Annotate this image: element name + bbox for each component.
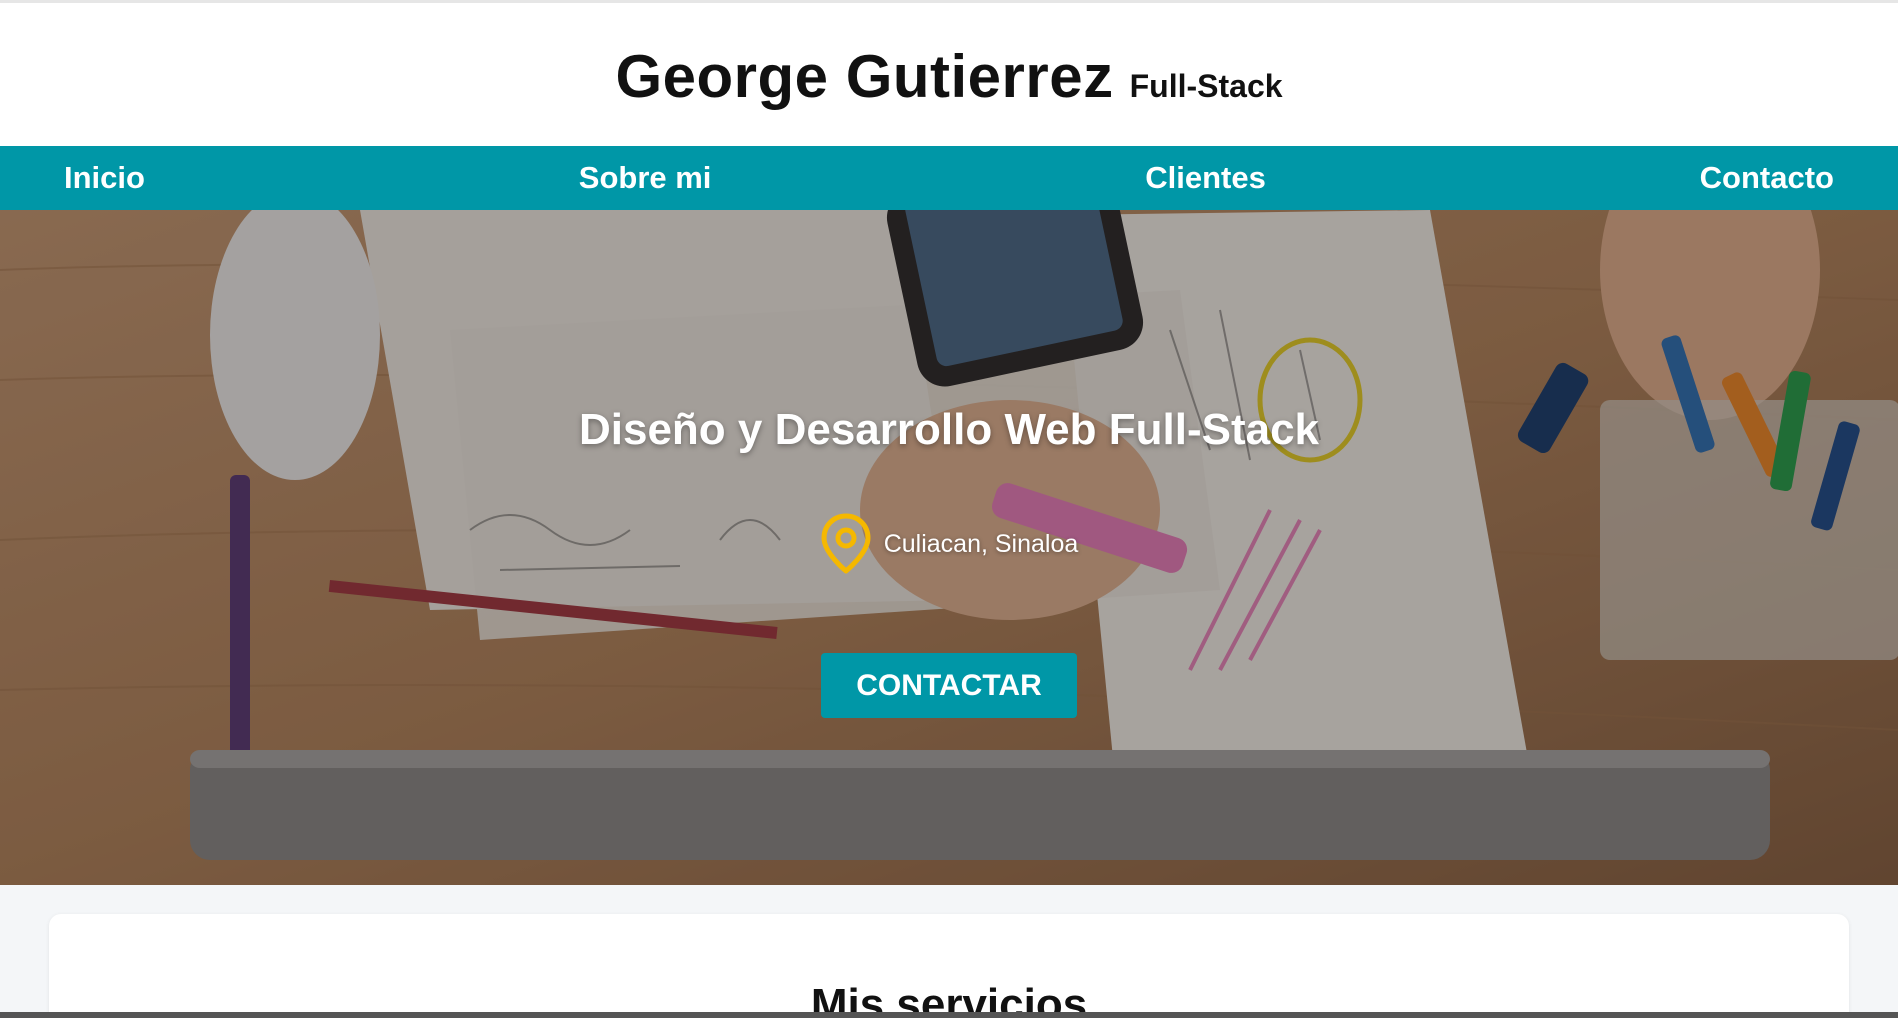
hero-section: Diseño y Desarrollo Web Full-Stack Culia… <box>0 210 1898 885</box>
brand-role: Full-Stack <box>1129 68 1283 104</box>
main-nav: Inicio Sobre mi Clientes Contacto <box>0 146 1898 210</box>
nav-link-clientes[interactable]: Clientes <box>1145 160 1266 196</box>
contactar-button[interactable]: CONTACTAR <box>821 653 1077 718</box>
nav-link-contacto[interactable]: Contacto <box>1700 160 1834 196</box>
brand[interactable]: George Gutierrez Full-Stack <box>615 42 1282 111</box>
bottom-scroll-bar <box>0 1012 1898 1018</box>
hero-location: Culiacan, Sinaloa <box>820 513 1079 575</box>
services-card: Mis servicios <box>49 914 1849 1018</box>
hero-content: Diseño y Desarrollo Web Full-Stack Culia… <box>0 210 1898 885</box>
site-header: George Gutierrez Full-Stack <box>0 3 1898 146</box>
hero-title: Diseño y Desarrollo Web Full-Stack <box>578 405 1320 454</box>
nav-link-sobre-mi[interactable]: Sobre mi <box>579 160 712 196</box>
brand-name: George Gutierrez <box>615 43 1114 110</box>
location-text: Culiacan, Sinaloa <box>883 529 1079 558</box>
map-pin-icon <box>821 513 871 574</box>
nav-link-inicio[interactable]: Inicio <box>64 160 145 196</box>
